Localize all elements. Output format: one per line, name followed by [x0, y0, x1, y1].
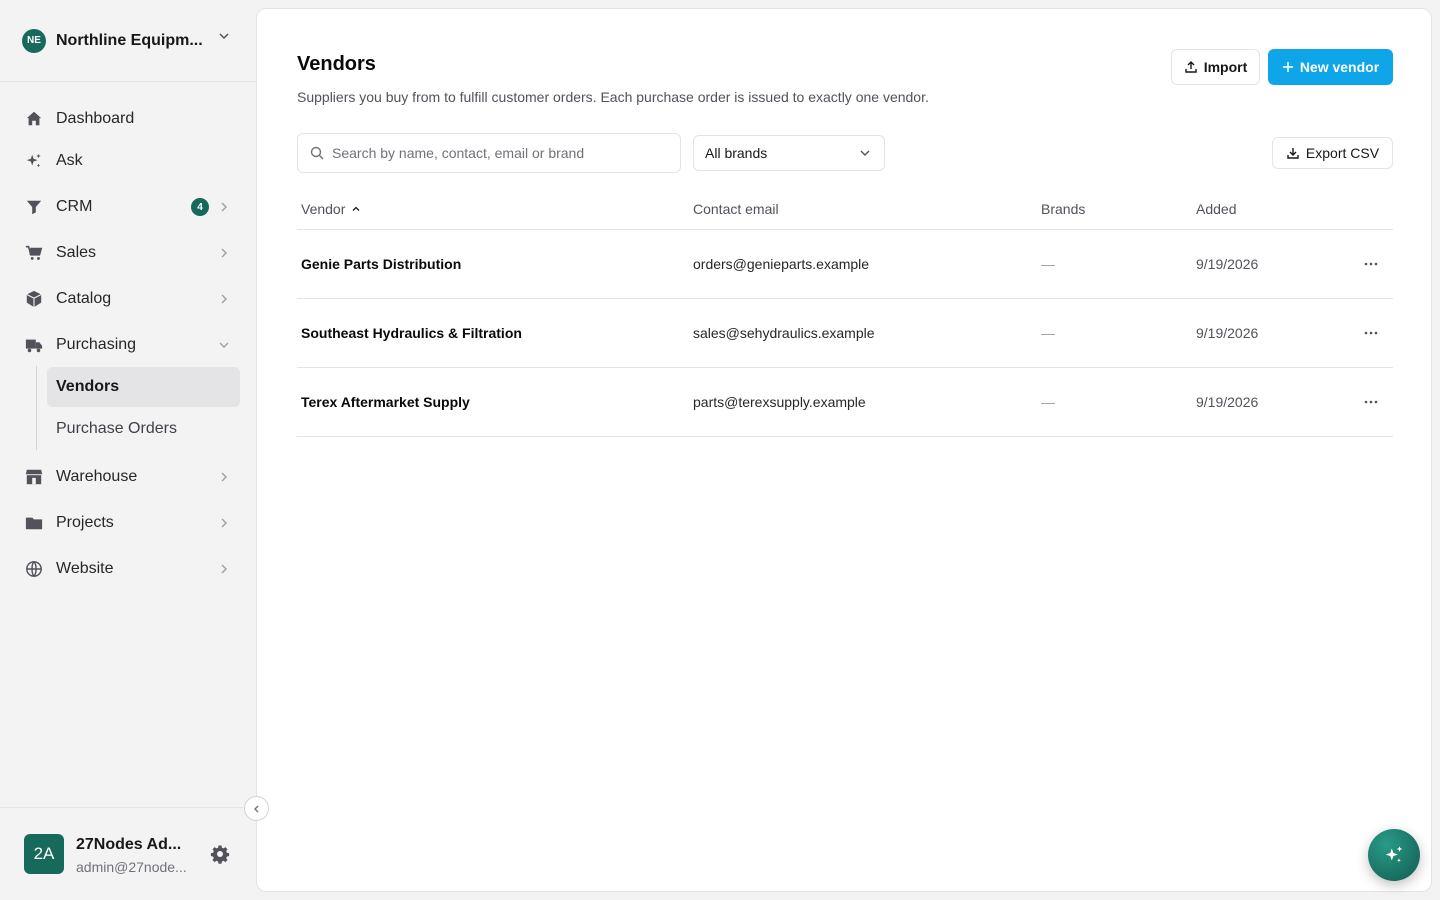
chevron-right-icon — [221, 472, 228, 482]
chevron-left-icon — [253, 805, 258, 812]
sidebar-item-sales[interactable]: Sales — [0, 233, 256, 273]
main-panel: Vendors Suppliers you buy from to fulfil… — [256, 8, 1432, 892]
chevron-right-icon — [221, 564, 228, 574]
column-header-added: Added — [1196, 201, 1237, 217]
vendor-email: orders@genieparts.example — [693, 256, 870, 272]
export-csv-label: Export CSV — [1305, 145, 1380, 161]
cube-icon — [24, 289, 44, 309]
submenu-divider — [36, 366, 37, 450]
table-header: Vendor Contact email Brands Added — [297, 189, 1393, 230]
chevron-right-icon — [221, 202, 228, 212]
sidebar-item-label: CRM — [56, 198, 93, 215]
chevron-down-icon — [219, 342, 229, 349]
user-name: 27Nodes Ad... — [76, 836, 182, 853]
column-header-vendor[interactable]: Vendor — [301, 201, 361, 217]
search-icon — [310, 146, 324, 160]
chevron-down-icon — [860, 150, 870, 156]
sidebar-item-label: Sales — [56, 244, 97, 261]
row-actions-button[interactable] — [1361, 323, 1381, 343]
column-header-email: Contact email — [693, 201, 779, 217]
vendor-name[interactable]: Genie Parts Distribution — [301, 256, 461, 272]
avatar: 2A — [24, 834, 64, 874]
ai-assistant-button[interactable] — [1368, 829, 1420, 881]
vendor-brands: — — [1041, 394, 1055, 410]
collapse-sidebar-button[interactable] — [244, 796, 269, 821]
sparkles-icon — [1385, 846, 1403, 863]
vendor-added-date: 9/19/2026 — [1196, 325, 1259, 341]
cart-icon — [24, 243, 44, 263]
sidebar: NE Northline Equipm... Dashboard Ask CRM… — [0, 0, 256, 900]
column-header-label: Vendor — [301, 201, 346, 217]
sidebar-item-ask[interactable]: Ask — [0, 141, 256, 181]
table-row[interactable]: Terex Aftermarket Supply parts@terexsupp… — [297, 368, 1393, 437]
more-horizontal-icon — [1364, 262, 1378, 266]
brand-filter-select[interactable]: All brands — [693, 135, 885, 171]
vendor-added-date: 9/19/2026 — [1196, 256, 1259, 272]
brand-filter-value: All brands — [705, 145, 768, 161]
upload-icon — [1185, 61, 1197, 73]
sidebar-item-label: Projects — [56, 514, 114, 531]
truck-icon — [24, 335, 44, 355]
sidebar-item-website[interactable]: Website — [0, 549, 256, 589]
chevron-right-icon — [221, 518, 228, 528]
row-actions-button[interactable] — [1361, 392, 1381, 412]
sidebar-item-dashboard[interactable]: Dashboard — [0, 99, 256, 139]
vendor-email: sales@sehydraulics.example — [693, 325, 875, 341]
row-actions-button[interactable] — [1361, 254, 1381, 274]
sidebar-item-label: Purchasing — [56, 336, 137, 353]
new-vendor-label: New vendor — [1299, 59, 1380, 75]
table-row[interactable]: Genie Parts Distribution orders@geniepar… — [297, 230, 1393, 299]
new-vendor-button[interactable]: New vendor — [1268, 49, 1393, 85]
org-avatar: NE — [22, 28, 46, 53]
sidebar-subitem-vendors[interactable]: Vendors — [47, 367, 240, 407]
sidebar-item-projects[interactable]: Projects — [0, 503, 256, 543]
import-button[interactable]: Import — [1171, 49, 1260, 85]
vendor-name[interactable]: Terex Aftermarket Supply — [301, 394, 470, 410]
vendor-email: parts@terexsupply.example — [693, 394, 866, 410]
sidebar-item-warehouse[interactable]: Warehouse — [0, 457, 256, 497]
sparkles-icon — [24, 151, 44, 171]
org-name: Northline Equipm... — [56, 31, 203, 49]
sidebar-item-label: Warehouse — [56, 468, 138, 485]
search-input[interactable] — [332, 145, 672, 161]
sidebar-item-crm[interactable]: CRM 4 — [0, 187, 256, 227]
chevron-right-icon — [221, 294, 228, 304]
user-profile[interactable]: 2A 27Nodes Ad... admin@27node... — [0, 807, 256, 900]
home-icon — [24, 109, 44, 129]
vendor-brands: — — [1041, 256, 1055, 272]
store-icon — [24, 467, 44, 487]
download-icon — [1287, 148, 1299, 159]
sidebar-item-label: Dashboard — [56, 110, 135, 127]
sidebar-item-label: Catalog — [56, 290, 112, 307]
sort-ascending-icon — [352, 206, 360, 211]
vendors-table: Vendor Contact email Brands Added Genie … — [297, 189, 1393, 437]
chevron-down-icon — [219, 33, 229, 40]
more-horizontal-icon — [1364, 400, 1378, 404]
export-csv-button[interactable]: Export CSV — [1272, 137, 1393, 169]
page-title: Vendors — [297, 53, 376, 75]
import-label: Import — [1203, 59, 1248, 75]
sidebar-item-label: Ask — [56, 152, 83, 169]
vendor-name[interactable]: Southeast Hydraulics & Filtration — [301, 325, 522, 341]
globe-icon — [24, 559, 44, 579]
sidebar-item-purchasing[interactable]: Purchasing — [0, 325, 256, 365]
table-row[interactable]: Southeast Hydraulics & Filtration sales@… — [297, 299, 1393, 368]
crm-count-badge: 4 — [191, 198, 209, 216]
chevron-right-icon — [221, 248, 228, 258]
sidebar-subitem-purchase-orders[interactable]: Purchase Orders — [47, 409, 240, 449]
search-field[interactable] — [297, 133, 681, 173]
folder-icon — [24, 513, 44, 533]
column-header-brands: Brands — [1041, 201, 1086, 217]
more-horizontal-icon — [1364, 331, 1378, 335]
funnel-icon — [24, 197, 44, 217]
sidebar-item-catalog[interactable]: Catalog — [0, 279, 256, 319]
user-email: admin@27node... — [76, 859, 187, 875]
page-description: Suppliers you buy from to fulfill custom… — [297, 89, 929, 105]
plus-icon — [1282, 62, 1293, 72]
vendor-brands: — — [1041, 325, 1055, 341]
vendor-added-date: 9/19/2026 — [1196, 394, 1259, 410]
org-switcher[interactable]: NE Northline Equipm... — [0, 0, 256, 82]
sidebar-item-label: Website — [56, 560, 114, 577]
gear-icon[interactable] — [210, 844, 230, 864]
